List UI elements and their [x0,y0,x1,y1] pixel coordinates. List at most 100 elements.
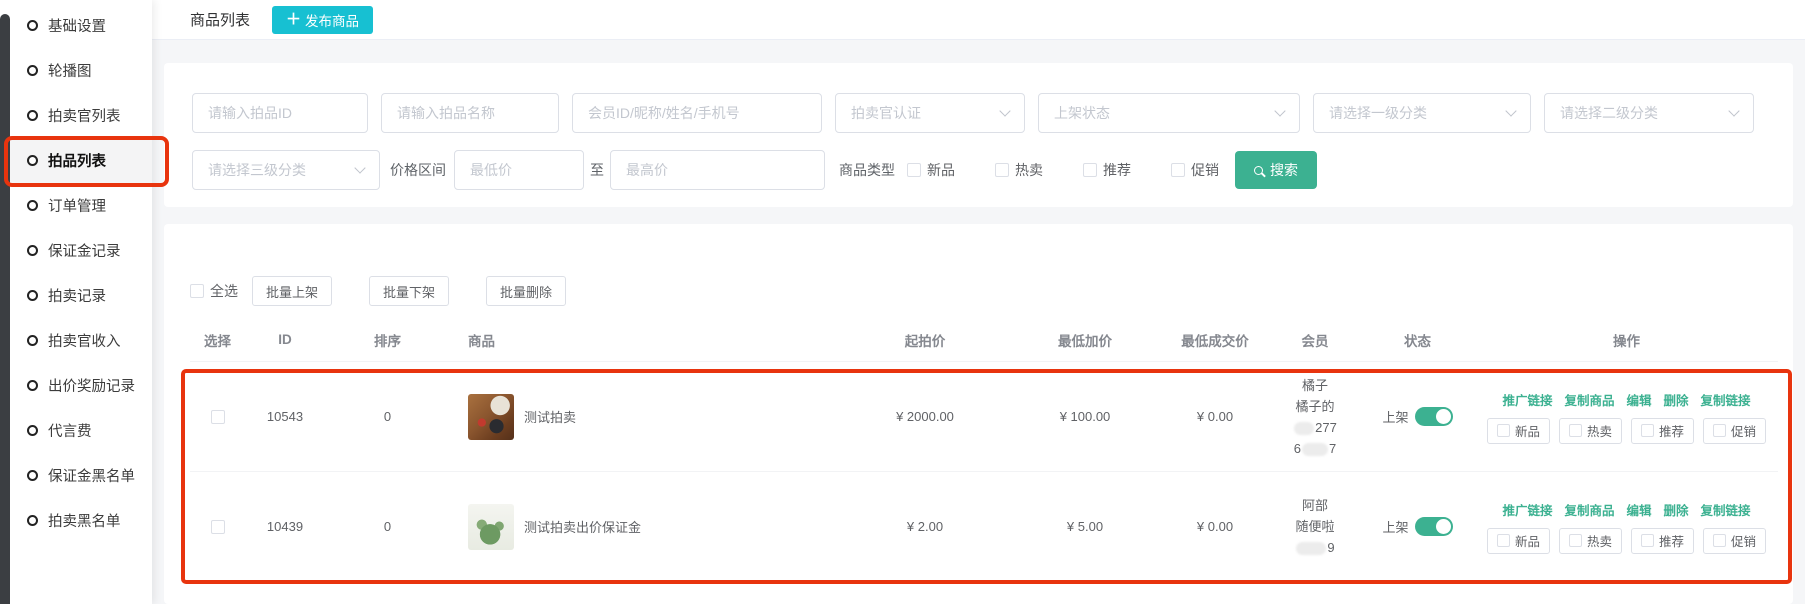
redaction-blur [1302,443,1328,456]
sidebar-item-bid-reward-records[interactable]: 出价奖励记录 [0,363,152,408]
sidebar-item-auctioneer-income[interactable]: 拍卖官收入 [0,318,152,363]
filter-row-1: 拍卖官认证 上架状态 请选择一级分类 请选择二级分类 [192,93,1775,133]
header-min-increase: 最低加价 [1010,330,1160,350]
type-check-hot[interactable]: 热卖 [995,160,1043,180]
cell-member: 橘子 橘子的 277 67 [1270,375,1360,459]
lot-id-input[interactable] [192,93,368,133]
category-level2-select[interactable]: 请选择二级分类 [1544,93,1754,133]
copy-link-button[interactable]: 复制链接 [1701,500,1751,519]
sidebar-item-auction-blacklist[interactable]: 拍卖黑名单 [0,498,152,543]
tag-new-checkbox[interactable]: 新品 [1487,528,1550,554]
product-thumbnail[interactable] [468,394,514,440]
filter-panel: 拍卖官认证 上架状态 请选择一级分类 请选择二级分类 请选 [164,63,1793,207]
circle-outline-icon [27,200,38,211]
cell-id: 10543 [245,409,325,424]
sidebar-item-auction-records[interactable]: 拍卖记录 [0,273,152,318]
type-check-new[interactable]: 新品 [907,160,955,180]
tag-promo-checkbox[interactable]: 促销 [1703,418,1766,444]
member-line: 阿部 [1270,495,1360,516]
tag-hot-checkbox[interactable]: 热卖 [1559,528,1622,554]
product-thumbnail[interactable] [468,504,514,550]
chevron-down-icon [1728,105,1739,116]
promo-link-button[interactable]: 推广链接 [1502,390,1552,409]
shelf-status-toggle[interactable] [1415,517,1453,536]
batch-off-shelf-button[interactable]: 批量下架 [369,276,449,306]
category-level1-select[interactable]: 请选择一级分类 [1313,93,1531,133]
lot-list-panel: 全选 批量上架 批量下架 批量删除 选择 ID 排序 商品 起拍价 最低加价 最… [164,224,1793,604]
product-type-label: 商品类型 [839,160,895,180]
chevron-down-icon [1505,105,1516,116]
row-tag-checkboxes: 新品 热卖 推荐 促销 [1487,528,1766,554]
cell-start-price: ¥ 2000.00 [840,409,1010,424]
member-line: 277 [1270,417,1360,438]
checkbox-icon [1569,534,1582,547]
tab-product-list[interactable]: 商品列表 [190,9,250,30]
chevron-down-icon [354,162,365,173]
auctioneer-cert-select[interactable]: 拍卖官认证 [835,93,1025,133]
shelf-status-select[interactable]: 上架状态 [1038,93,1300,133]
member-search-input[interactable] [572,93,822,133]
tag-recommend-checkbox[interactable]: 推荐 [1631,418,1694,444]
sidebar-collapsed-strip [0,14,10,604]
plus-icon: ＋ [286,12,301,27]
category-level2-select-value: 请选择二级分类 [1560,103,1658,123]
type-check-promo-label: 促销 [1191,160,1219,180]
circle-outline-icon [27,245,38,256]
batch-on-shelf-button[interactable]: 批量上架 [252,276,332,306]
member-line: 67 [1270,438,1360,459]
batch-delete-button[interactable]: 批量删除 [486,276,566,306]
copy-product-button[interactable]: 复制商品 [1564,500,1614,519]
header-start-price: 起拍价 [840,330,1010,350]
checkbox-icon [190,284,204,298]
checkbox-icon [1171,163,1185,177]
delete-button[interactable]: 删除 [1664,390,1689,409]
delete-button[interactable]: 删除 [1664,500,1689,519]
cell-start-price: ¥ 2.00 [840,519,1010,534]
sidebar-item-deposit-blacklist[interactable]: 保证金黑名单 [0,453,152,498]
shelf-status-select-value: 上架状态 [1054,103,1110,123]
table-row: 10439 0 测试拍卖出价保证金 ¥ 2.00 ¥ 5.00 ¥ 0.00 阿… [190,472,1778,582]
redaction-blur [1294,422,1314,435]
magnifier-icon [1254,166,1263,175]
min-price-input[interactable] [454,150,584,190]
sidebar-item-carousel[interactable]: 轮播图 [0,48,152,93]
sidebar: 基础设置 轮播图 拍卖官列表 拍品列表 订单管理 保证金记录 拍卖记录 拍卖官 [0,0,152,604]
shelf-status-toggle[interactable] [1415,407,1453,426]
circle-outline-icon [27,290,38,301]
promo-link-button[interactable]: 推广链接 [1502,500,1552,519]
copy-link-button[interactable]: 复制链接 [1701,390,1751,409]
tag-new-checkbox[interactable]: 新品 [1487,418,1550,444]
sidebar-item-basic-settings[interactable]: 基础设置 [0,3,152,48]
checkbox-icon [1497,424,1510,437]
sidebar-item-lot-list[interactable]: 拍品列表 [0,138,152,183]
category-level3-select[interactable]: 请选择三级分类 [192,150,380,190]
select-all-checkbox[interactable]: 全选 [190,281,238,301]
cell-min-increase: ¥ 5.00 [1010,519,1160,534]
edit-button[interactable]: 编辑 [1626,390,1651,409]
circle-outline-icon [27,335,38,346]
edit-button[interactable]: 编辑 [1626,500,1651,519]
type-check-promo[interactable]: 促销 [1171,160,1219,180]
row-checkbox[interactable] [211,410,225,424]
sidebar-item-deposit-records[interactable]: 保证金记录 [0,228,152,273]
circle-outline-icon [27,515,38,526]
row-checkbox[interactable] [211,520,225,534]
type-check-new-label: 新品 [927,160,955,180]
tag-hot-checkbox[interactable]: 热卖 [1559,418,1622,444]
sidebar-item-order-management[interactable]: 订单管理 [0,183,152,228]
lot-name-input[interactable] [381,93,559,133]
search-button[interactable]: 搜索 [1235,151,1317,189]
tag-promo-checkbox[interactable]: 促销 [1703,528,1766,554]
copy-product-button[interactable]: 复制商品 [1564,390,1614,409]
type-check-recommend[interactable]: 推荐 [1083,160,1131,180]
max-price-input[interactable] [610,150,825,190]
circle-outline-icon [27,470,38,481]
sidebar-item-auctioneer-list[interactable]: 拍卖官列表 [0,93,152,138]
type-check-recommend-label: 推荐 [1103,160,1131,180]
sidebar-item-label: 拍卖记录 [48,285,106,306]
main-content: 商品列表 ＋ 发布商品 拍卖官认证 上架状态 [152,0,1805,604]
tag-recommend-checkbox[interactable]: 推荐 [1631,528,1694,554]
publish-product-button[interactable]: ＋ 发布商品 [272,6,373,34]
status-label: 上架 [1382,407,1408,426]
sidebar-item-endorsement-fee[interactable]: 代言费 [0,408,152,453]
